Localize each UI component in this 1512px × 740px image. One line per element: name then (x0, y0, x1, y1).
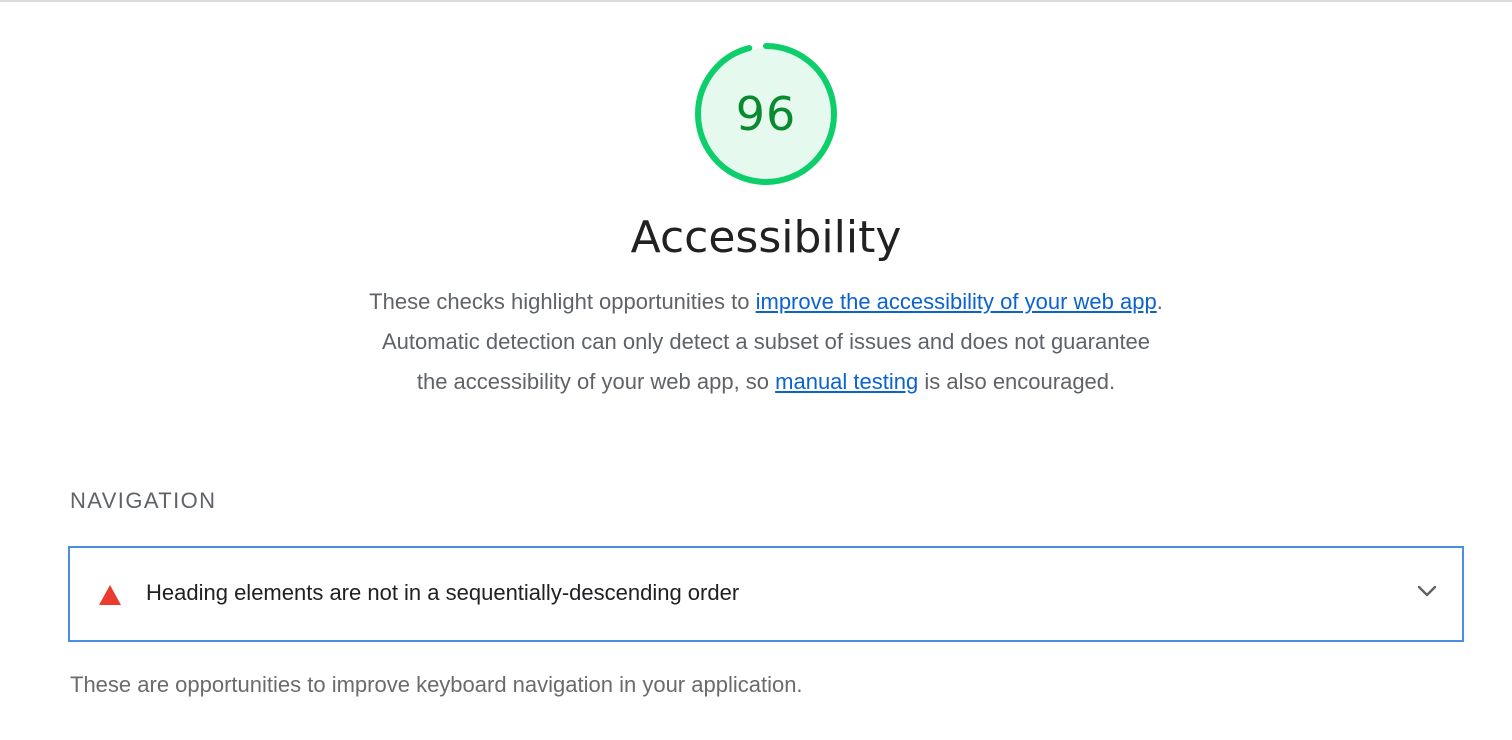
description-text-1: These checks highlight opportunities to (369, 289, 756, 314)
category-title: Accessibility (630, 212, 902, 263)
fail-triangle-icon (98, 584, 122, 611)
description-text-3: is also encouraged. (918, 369, 1116, 394)
category-description: These checks highlight opportunities to … (366, 282, 1166, 402)
accessibility-link[interactable]: improve the accessibility of your web ap… (756, 289, 1157, 314)
score-value: 96 (735, 87, 797, 141)
manual-testing-link[interactable]: manual testing (775, 369, 918, 394)
audit-item[interactable]: Heading elements are not in a sequential… (68, 546, 1464, 642)
group-description: These are opportunities to improve keybo… (70, 672, 803, 697)
group-title: NAVIGATION (70, 488, 217, 513)
score-gauge[interactable]: 96 (692, 40, 840, 188)
top-divider (0, 0, 1512, 2)
chevron-down-icon[interactable] (1416, 584, 1438, 603)
audit-title: Heading elements are not in a sequential… (146, 580, 740, 605)
